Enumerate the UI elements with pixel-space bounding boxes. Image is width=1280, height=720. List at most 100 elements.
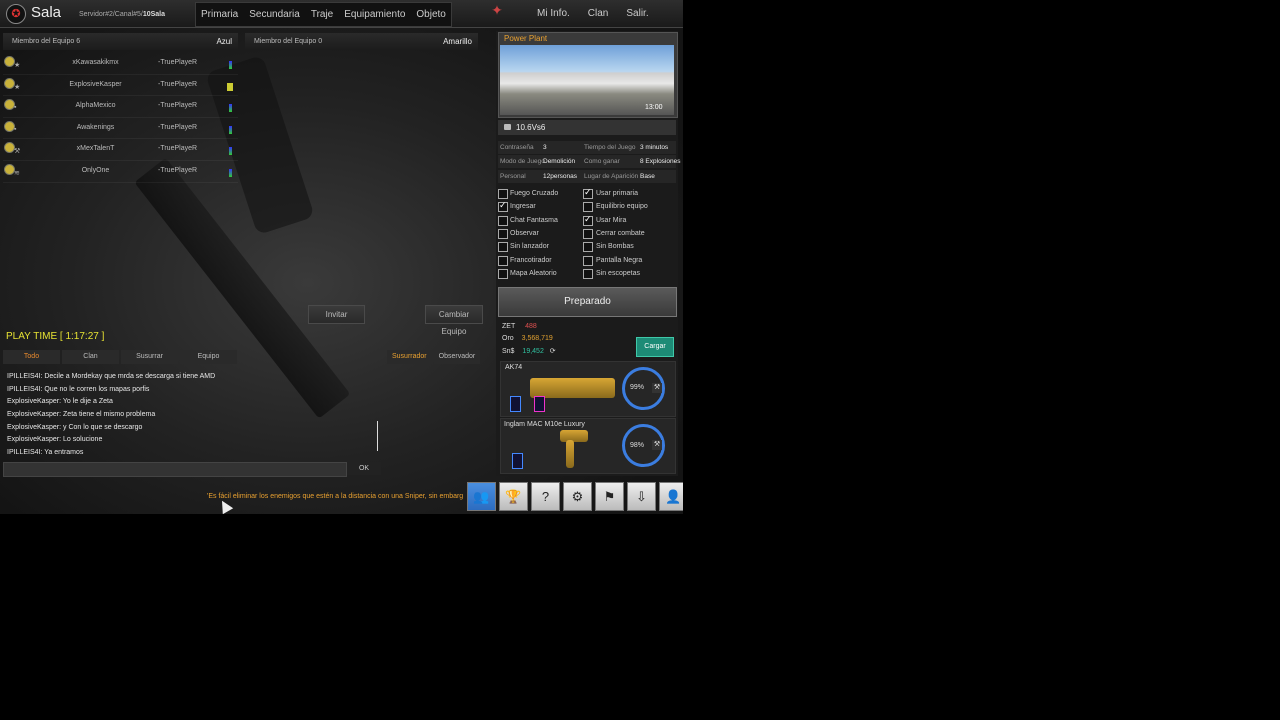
play-time: PLAY TIME [ 1:17:27 ] [6,331,105,342]
currency-label: ZET [502,323,516,330]
mac10-weapon-image [560,430,588,442]
chat-input[interactable] [3,462,347,477]
flag-icon[interactable]: ⚑ [595,482,624,511]
chat-message: IPILLEIS4I: Que no le corren los mapas p… [7,385,150,393]
trophy-icon[interactable]: 🏆 [499,482,528,511]
nav-secundaria[interactable]: Secundaria [244,3,305,26]
ak74-weapon-image [530,378,615,398]
profile-icon[interactable]: 👤 [659,482,683,511]
option-label: Cerrar combate [596,230,645,237]
server-path: Servidor#2/Canal#5/ [79,11,143,18]
class-icon: ▪ [14,104,17,112]
main-nav: Primaria Secundaria Traje Equipamiento O… [195,2,452,27]
tab-observador[interactable]: Observador [433,350,481,364]
option-checkbox[interactable] [498,242,508,252]
nav-objeto[interactable]: Objeto [411,3,450,26]
repair-icon[interactable]: ⚒ [652,440,662,450]
chat-tab-todo[interactable]: Todo [3,350,60,364]
server-info: Servidor#2/Canal#5/10Sala [79,11,165,18]
option-checkbox[interactable] [583,242,593,252]
nav-primaria[interactable]: Primaria [196,3,243,26]
invite-button[interactable]: Invitar [308,305,365,324]
map-name: Power Plant [504,34,548,43]
player-clan: -TruePlayeR [158,59,198,66]
chat-tabs: Todo Clan Susurrar Equipo [3,350,239,364]
option-label: Ingresar [510,203,536,210]
option-checkbox[interactable] [498,229,508,239]
room-name: 10.6Vs6 [516,123,546,132]
option-label: Observar [510,230,539,237]
ping-icon [229,147,232,156]
option-checkbox[interactable] [583,214,593,226]
load-button[interactable]: Cargar [636,337,674,357]
option-checkbox[interactable] [498,189,508,199]
option-label: Sin Bombas [596,243,634,250]
info-value: Base [640,173,655,180]
class-icon: ▪ [14,125,17,133]
info-key: Lugar de Aparición [584,173,639,180]
currency-zet: ZET 488 [502,323,537,330]
info-key: Modo de Juego [500,158,545,165]
team-yellow-label: Miembro del Equipo 0 [254,38,323,45]
mac10-grip-image [566,440,574,468]
chat-tab-clan[interactable]: Clan [62,350,119,364]
nav-traje[interactable]: Traje [306,3,338,26]
weapon-name: AK74 [505,364,523,371]
option-checkbox[interactable] [583,229,593,239]
room-title: Sala [31,4,62,21]
change-team-button[interactable]: Cambiar Equipo [425,305,483,336]
nav-mi-info[interactable]: Mi Info. [528,0,579,27]
player-row[interactable]: ≋ OnlyOne -TruePlayeR [3,161,238,183]
player-clan: -TruePlayeR [158,145,198,153]
chat-scrollbar[interactable] [377,421,378,451]
team-blue-header[interactable]: Miembro del Equipo 6 Azul [3,33,238,50]
option-checkbox[interactable] [583,256,593,266]
map-time: 13:00 [645,104,663,111]
player-row[interactable]: ▪ AlphaMexico -TruePlayeR [3,96,238,118]
info-row: Modo de Juego Demolición Como ganar 8 Ex… [498,155,680,168]
team-yellow-header[interactable]: Miembro del Equipo 0 Amarillo [245,33,478,50]
option-checkbox[interactable] [583,269,593,279]
chat-ok-button[interactable]: OK [347,462,381,475]
repair-icon[interactable]: ⚒ [652,383,662,393]
player-name: ExplosiveKasper [69,80,122,88]
player-row[interactable]: ▪ Awakenings -TruePlayeR [3,118,238,140]
download-icon[interactable]: ⇩ [627,482,656,511]
chat-tab-susurrar[interactable]: Susurrar [121,350,178,364]
ping-icon [229,125,232,134]
option-checkbox[interactable] [498,216,508,226]
option-checkbox[interactable] [583,202,593,212]
class-icon: ≋ [14,169,20,177]
currency-sn: Sn$ 19,452 ⟳ [502,347,556,355]
ready-button[interactable]: Preparado [498,287,677,317]
nav-clan[interactable]: Clan [579,0,618,27]
gear-icon[interactable]: ⚙ [563,482,592,511]
currency-value: 3,568,719 [521,335,553,342]
player-row[interactable]: ★ ExplosiveKasper -TruePlayeR [3,75,238,97]
option-checkbox[interactable] [498,269,508,279]
player-clan: -TruePlayeR [158,80,198,88]
option-checkbox[interactable] [583,187,593,199]
nav-salir[interactable]: Salir. [617,0,657,27]
info-row: Personal 12personas Lugar de Aparición B… [498,170,676,183]
weapon-name: Inglam MAC M10e Luxury [504,421,585,428]
tab-susurrador[interactable]: Susurrador [387,350,432,364]
game-room-window: ✪ Sala Servidor#2/Canal#5/10Sala Primari… [0,0,683,514]
ping-icon [229,104,232,113]
help-icon[interactable]: ? [531,482,560,511]
option-checkbox[interactable] [498,256,508,266]
info-value: 3 [543,144,547,151]
info-key: Como ganar [584,158,620,165]
nav-equipamiento[interactable]: Equipamiento [339,3,410,26]
player-row[interactable]: ⚒ xMexTalenT -TruePlayeR [3,139,238,161]
chat-tab-equipo[interactable]: Equipo [180,350,237,364]
team-blue-list: ★ xKawasakikmx -TruePlayeR ★ ExplosiveKa… [3,53,238,183]
option-label: Equilibrio equipo [596,203,648,210]
player-row[interactable]: ★ xKawasakikmx -TruePlayeR [3,53,238,75]
users-icon[interactable]: 👥 [467,482,496,511]
refresh-icon[interactable]: ⟳ [550,348,556,355]
option-checkbox[interactable] [498,200,508,212]
clan-emblem-icon[interactable]: ✦ [483,2,511,24]
chat-message: ExplosiveKasper: y Con lo que se descarg… [7,423,143,431]
currency-value: 19,452 [522,348,544,355]
